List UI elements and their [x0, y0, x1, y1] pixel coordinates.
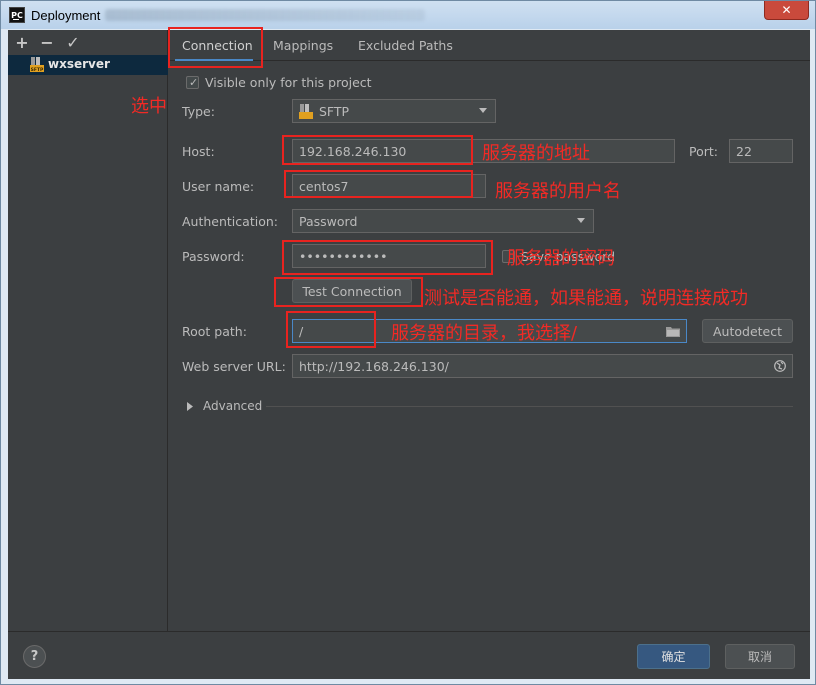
dialog-footer: ? 确定 取消 — [8, 631, 810, 679]
title-bar: PC Deployment ✕ — [1, 1, 815, 29]
folder-icon[interactable] — [666, 326, 680, 337]
help-button[interactable]: ? — [23, 645, 46, 668]
username-label: User name: — [182, 179, 255, 194]
password-label: Password: — [182, 249, 245, 264]
ok-button[interactable]: 确定 — [637, 644, 710, 669]
annotation-test: 测试是否能通，如果能通，说明连接成功 — [424, 288, 748, 309]
host-label: Host: — [182, 144, 215, 159]
add-icon[interactable]: + — [13, 33, 31, 52]
annotation-box-test-connection — [274, 277, 423, 307]
auth-value: Password — [299, 214, 358, 229]
port-label: Port: — [689, 144, 718, 159]
annotation-box-host — [282, 135, 473, 165]
autodetect-button[interactable]: Autodetect — [702, 319, 793, 343]
apply-check-icon[interactable]: ✓ — [64, 33, 82, 52]
server-list-toolbar: + − ✓ — [8, 30, 168, 54]
dialog-content: + − ✓ SFTP wxserver Connection Mappings — [8, 30, 810, 679]
web-url-label: Web server URL: — [182, 359, 286, 374]
cancel-button[interactable]: 取消 — [725, 644, 795, 669]
annotation-box-username — [284, 170, 473, 198]
annotation-username: 服务器的用户名 — [495, 181, 621, 202]
web-url-input[interactable]: http://192.168.246.130/ — [292, 354, 793, 378]
annotation-box-password — [282, 240, 493, 275]
annotation-password: 服务器的密码 — [507, 248, 615, 269]
tab-excluded-paths[interactable]: Excluded Paths — [358, 38, 453, 53]
server-list-panel: + − ✓ SFTP wxserver — [8, 30, 168, 631]
checkmark-icon: ✓ — [189, 76, 199, 89]
type-select[interactable]: SFTP — [292, 99, 496, 123]
annotation-selected: 选中 — [131, 96, 167, 117]
visible-only-checkbox[interactable]: ✓ — [186, 76, 199, 89]
web-url-value: http://192.168.246.130/ — [299, 359, 449, 374]
type-label: Type: — [182, 104, 215, 119]
globe-icon[interactable] — [774, 360, 786, 372]
annotation-box-connection-tab — [168, 27, 263, 68]
chevron-down-icon — [577, 218, 585, 223]
port-input[interactable]: 22 — [729, 139, 793, 163]
tab-bar: Connection Mappings Excluded Paths — [169, 30, 810, 61]
sftp-server-icon: SFTP — [30, 57, 44, 72]
tab-mappings[interactable]: Mappings — [273, 38, 333, 53]
type-value: SFTP — [319, 104, 350, 119]
annotation-host: 服务器的地址 — [482, 143, 590, 164]
advanced-label[interactable]: Advanced — [203, 399, 262, 413]
root-path-label: Root path: — [182, 324, 247, 339]
sftp-type-icon — [299, 104, 313, 119]
remove-icon[interactable]: − — [38, 33, 56, 52]
server-name: wxserver — [48, 57, 110, 71]
window-title: Deployment — [31, 8, 101, 23]
annotation-root: 服务器的目录，我选择/ — [391, 323, 578, 344]
auth-select[interactable]: Password — [292, 209, 594, 233]
svg-text:SFTP: SFTP — [31, 67, 44, 72]
visible-only-label: Visible only for this project — [205, 75, 372, 90]
advanced-separator — [266, 406, 793, 407]
auth-label: Authentication: — [182, 214, 278, 229]
expand-triangle-icon[interactable] — [187, 402, 193, 411]
annotation-box-root-path — [286, 311, 376, 348]
chevron-down-icon — [479, 108, 487, 113]
close-button[interactable]: ✕ — [764, 1, 809, 20]
pycharm-app-icon: PC — [9, 7, 25, 23]
blurred-title-path — [105, 9, 425, 21]
server-list-item[interactable]: SFTP wxserver — [8, 55, 168, 75]
